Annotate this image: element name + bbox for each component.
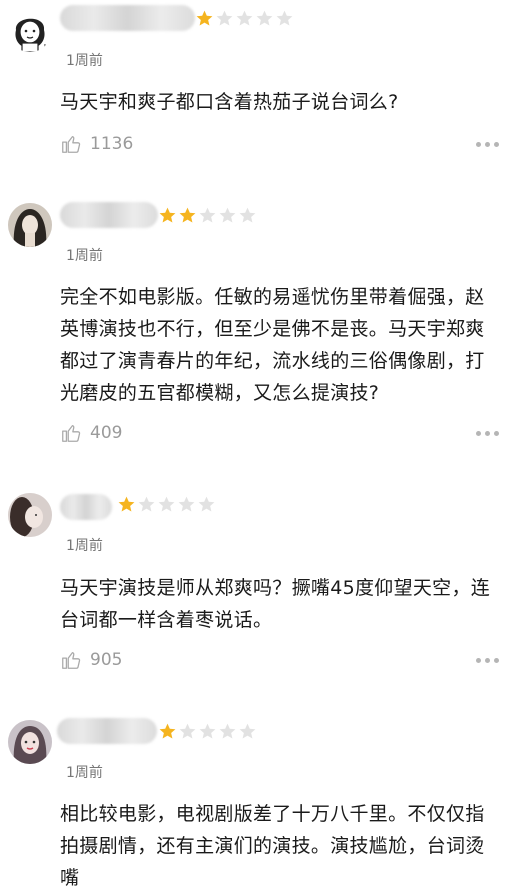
star-empty-icon: [179, 723, 196, 739]
star-empty-icon: [219, 723, 236, 739]
star-empty-icon: [219, 207, 236, 223]
star-empty-icon: [276, 10, 293, 26]
portrait-avatar-icon: [8, 720, 52, 764]
cartoon-girl-avatar-icon: M: [15, 18, 48, 52]
thumbs-up-icon: [62, 425, 81, 442]
star-empty-icon: [138, 496, 155, 512]
review-time: 1周前: [66, 538, 103, 554]
more-options-icon[interactable]: [476, 431, 499, 436]
more-options-icon[interactable]: [476, 142, 499, 147]
user-avatar[interactable]: [8, 203, 52, 247]
svg-text:M: M: [44, 44, 48, 50]
username-blurred[interactable]: [60, 494, 112, 520]
thumbs-up-icon: [62, 652, 81, 669]
portrait-avatar-icon: [8, 203, 52, 247]
like-button[interactable]: 1136: [60, 133, 133, 155]
star-filled-icon: [159, 723, 176, 739]
star-empty-icon: [216, 10, 233, 26]
review-content: 完全不如电影版。任敏的易遥忧伤里带着倔强，赵英博演技也不行，但至少是佛不是丧。马…: [60, 286, 485, 404]
rating-stars: [158, 206, 257, 225]
user-avatar[interactable]: [8, 720, 52, 764]
review-time: 1周前: [66, 53, 103, 69]
portrait-avatar-icon: [8, 493, 52, 537]
star-empty-icon: [178, 496, 195, 512]
like-button[interactable]: 905: [60, 649, 122, 671]
review-content: 马天宇演技是师从郑爽吗？撅嘴45度仰望天空，连台词都一样含着枣说话。: [60, 577, 491, 631]
username-blurred[interactable]: [60, 202, 158, 228]
like-count: 409: [90, 423, 123, 443]
star-empty-icon: [256, 10, 273, 26]
star-empty-icon: [199, 207, 216, 223]
user-avatar[interactable]: [8, 493, 52, 537]
review-content: 相比较电影，电视剧版差了十万八千里。不仅仅指拍摄剧情，还有主演们的演技。演技尴尬…: [60, 803, 485, 889]
review-content: 马天宇和爽子都口含着热茄子说台词么?: [60, 91, 399, 113]
star-empty-icon: [158, 496, 175, 512]
like-count: 1136: [90, 134, 134, 154]
thumbs-up-icon: [62, 136, 81, 153]
username-blurred[interactable]: [60, 5, 195, 31]
star-empty-icon: [239, 207, 256, 223]
star-filled-icon: [159, 207, 176, 223]
rating-stars: [195, 9, 294, 28]
review-time: 1周前: [66, 248, 103, 264]
star-filled-icon: [196, 10, 213, 26]
rating-stars: [158, 722, 257, 741]
star-empty-icon: [198, 496, 215, 512]
like-count: 905: [90, 650, 123, 670]
star-empty-icon: [199, 723, 216, 739]
username-blurred[interactable]: [57, 718, 157, 744]
more-options-icon[interactable]: [476, 658, 499, 663]
rating-stars: [117, 495, 216, 514]
star-filled-icon: [118, 496, 135, 512]
like-button[interactable]: 409: [60, 422, 122, 444]
review-time: 1周前: [66, 765, 103, 781]
star-empty-icon: [239, 723, 256, 739]
user-avatar[interactable]: M: [8, 8, 52, 52]
star-empty-icon: [236, 10, 253, 26]
star-filled-icon: [179, 207, 196, 223]
